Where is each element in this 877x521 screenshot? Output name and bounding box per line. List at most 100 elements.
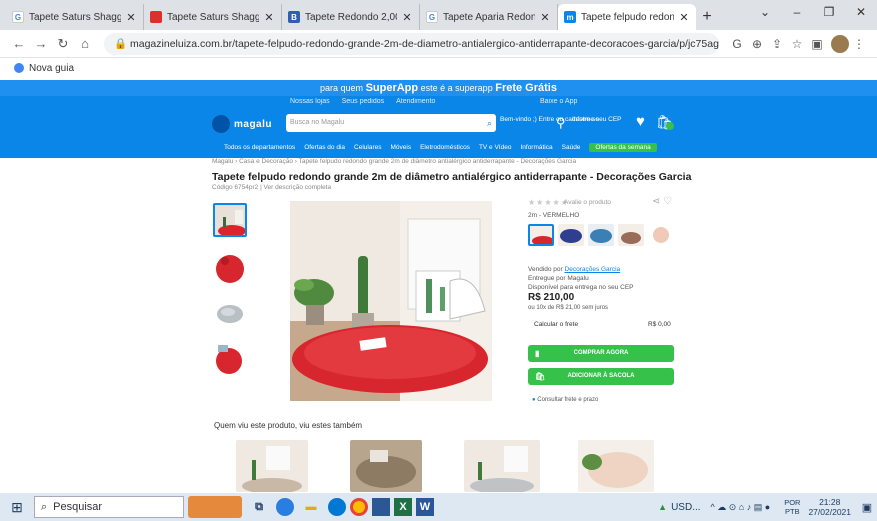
windows-start-icon[interactable]: ⊞ bbox=[0, 499, 34, 516]
bag-icon: 🛍 bbox=[535, 372, 546, 381]
color-swatch[interactable] bbox=[528, 224, 554, 246]
b-logo-icon: B bbox=[288, 11, 300, 23]
shipping-link-label: Consultar frete e prazo bbox=[537, 397, 599, 403]
close-tab-icon[interactable]: ✕ bbox=[539, 11, 551, 24]
clock-time: 21:28 bbox=[819, 497, 841, 507]
top-link-right[interactable]: Baixe o App bbox=[540, 98, 577, 105]
forward-icon[interactable]: → bbox=[30, 36, 52, 51]
category-item[interactable]: Informática bbox=[520, 144, 552, 151]
top-link[interactable]: Seus pedidos bbox=[342, 98, 384, 105]
chrome-icon[interactable] bbox=[350, 498, 368, 516]
browser-tab-active[interactable]: m Tapete felpudo redondo ✕ bbox=[558, 4, 696, 30]
home-icon[interactable]: ⌂ bbox=[74, 36, 96, 51]
minimize-icon[interactable]: – bbox=[781, 0, 813, 26]
tab-search-icon[interactable]: ▣ bbox=[807, 37, 827, 51]
word-icon[interactable]: W bbox=[416, 498, 434, 516]
installments: ou 10x de R$ 21,00 sem juros bbox=[528, 305, 609, 311]
tray-icons[interactable]: ^ ☁ ⊙ ⌂ ♪ ▤ ● bbox=[711, 502, 771, 513]
chevron-down-icon[interactable]: ⌄ bbox=[749, 0, 781, 26]
location-pin-icon: ⚲ bbox=[556, 115, 566, 130]
heart-icon[interactable]: ♥ bbox=[636, 113, 645, 130]
seller-link[interactable]: Decorações Garcia bbox=[565, 266, 621, 273]
add-to-bag-button[interactable]: 🛍 ADICIONAR À SACOLA bbox=[528, 368, 674, 385]
new-tab-button[interactable]: + bbox=[696, 4, 718, 30]
search-input[interactable]: Busca no Magalu ⌕ bbox=[286, 114, 496, 132]
cart-icon[interactable]: 🛍 bbox=[656, 114, 674, 131]
task-view-icon[interactable]: ⧉ bbox=[246, 496, 272, 518]
store-icon[interactable] bbox=[372, 498, 390, 516]
avatar[interactable] bbox=[831, 34, 849, 53]
close-tab-icon[interactable]: ✕ bbox=[125, 11, 137, 24]
related-product[interactable] bbox=[236, 440, 308, 492]
color-swatch[interactable] bbox=[618, 224, 644, 246]
gallery-thumbnail[interactable] bbox=[213, 341, 247, 375]
category-item[interactable]: Todos os departamentos bbox=[224, 144, 295, 151]
variation-label: 2m - VERMELHO bbox=[528, 212, 580, 219]
category-item-offers[interactable]: Ofertas da semana bbox=[589, 142, 657, 152]
buy-now-button[interactable]: ▮ COMPRAR AGORA bbox=[528, 345, 674, 362]
browser-tab[interactable]: B Tapete Redondo 2,00 x ... ✕ bbox=[282, 4, 420, 30]
clock[interactable]: 21:28 27/02/2021 bbox=[808, 497, 851, 517]
browser-tab[interactable]: G Tapete Saturs Shaggy P... ✕ bbox=[6, 4, 144, 30]
share-icon[interactable]: ⋖ ♡ bbox=[652, 196, 672, 207]
related-product[interactable] bbox=[578, 440, 654, 492]
freight-label[interactable]: Calcular o frete bbox=[534, 321, 578, 329]
close-tab-icon[interactable]: ✕ bbox=[401, 11, 413, 24]
promo-banner[interactable]: para quem SuperApp este é a superapp Fre… bbox=[0, 80, 877, 96]
maximize-icon[interactable]: ❐ bbox=[813, 0, 845, 26]
search-placeholder: Busca no Magalu bbox=[290, 119, 345, 126]
category-item[interactable]: TV e Vídeo bbox=[479, 144, 512, 151]
app-icon[interactable] bbox=[276, 498, 294, 516]
cortana-doodle-icon[interactable] bbox=[188, 496, 242, 518]
google-icon[interactable]: G bbox=[727, 37, 747, 51]
top-link[interactable]: Atendimento bbox=[396, 98, 435, 105]
excel-icon[interactable]: X bbox=[394, 498, 412, 516]
review-link[interactable]: Avalie o produto bbox=[564, 199, 611, 206]
related-product[interactable] bbox=[464, 440, 540, 492]
globe-icon bbox=[14, 63, 24, 73]
notification-icon[interactable]: ▣ bbox=[857, 501, 877, 514]
cart-badge bbox=[666, 122, 674, 130]
star-icon[interactable]: ☆ bbox=[787, 37, 807, 51]
related-product[interactable] bbox=[350, 440, 422, 492]
search-icon[interactable]: ⌕ bbox=[487, 114, 492, 132]
color-swatch[interactable] bbox=[588, 224, 614, 246]
product-code[interactable]: Código 6754pr2 | Ver descrição completa bbox=[212, 184, 331, 191]
bookmark-new-tab[interactable]: Nova guia bbox=[29, 63, 74, 74]
zoom-icon[interactable]: ⊕ bbox=[747, 37, 767, 51]
top-link[interactable]: Nossas lojas bbox=[290, 98, 330, 105]
color-swatch[interactable] bbox=[558, 224, 584, 246]
back-icon[interactable]: ← bbox=[8, 36, 30, 51]
breadcrumb[interactable]: Magalu › Casa e Decoração › Tapete felpu… bbox=[212, 158, 576, 165]
browser-tab[interactable]: Tapete Saturs Shaggy P... ✕ bbox=[144, 4, 282, 30]
cep-link[interactable]: Informe seu CEP bbox=[572, 116, 622, 124]
category-item[interactable]: Celulares bbox=[354, 144, 381, 151]
usd-ticker[interactable]: USD... bbox=[671, 502, 700, 513]
related-product-image bbox=[464, 440, 540, 492]
reload-icon[interactable]: ↻ bbox=[52, 36, 74, 52]
edge-icon[interactable] bbox=[328, 498, 346, 516]
close-tab-icon[interactable]: ✕ bbox=[263, 11, 275, 24]
category-item[interactable]: Móveis bbox=[390, 144, 411, 151]
category-item[interactable]: Ofertas do dia bbox=[304, 144, 345, 151]
category-item[interactable]: Eletrodomésticos bbox=[420, 144, 470, 151]
product-main-image[interactable] bbox=[290, 201, 492, 401]
share-icon[interactable]: ⇪ bbox=[767, 37, 787, 51]
availability-info: Disponível para entrega no seu CEP bbox=[528, 284, 634, 291]
gallery-thumbnail[interactable] bbox=[213, 297, 247, 331]
category-item[interactable]: Saúde bbox=[562, 144, 581, 151]
file-explorer-icon[interactable]: ▬ bbox=[298, 496, 324, 518]
close-window-icon[interactable]: ✕ bbox=[845, 0, 877, 26]
close-tab-icon[interactable]: ✕ bbox=[678, 11, 690, 24]
menu-icon[interactable]: ⋮ bbox=[849, 37, 869, 51]
browser-tab[interactable]: G Tapete Aparia Redondo ... ✕ bbox=[420, 4, 558, 30]
gallery-thumbnail[interactable] bbox=[213, 251, 247, 285]
url-field[interactable]: 🔒 magazineluiza.com.br/tapete-felpudo-re… bbox=[104, 32, 719, 55]
site-logo[interactable]: magalu bbox=[212, 114, 282, 134]
shipping-link[interactable]: ● Consultar frete e prazo bbox=[532, 397, 598, 403]
gallery-thumbnail[interactable] bbox=[213, 203, 247, 237]
taskbar-search-input[interactable]: ⌕ Pesquisar bbox=[34, 496, 184, 518]
language-indicator[interactable]: POR PTB bbox=[784, 498, 800, 516]
color-swatch[interactable] bbox=[648, 224, 674, 246]
promo-middle: este é a superapp bbox=[420, 83, 493, 93]
